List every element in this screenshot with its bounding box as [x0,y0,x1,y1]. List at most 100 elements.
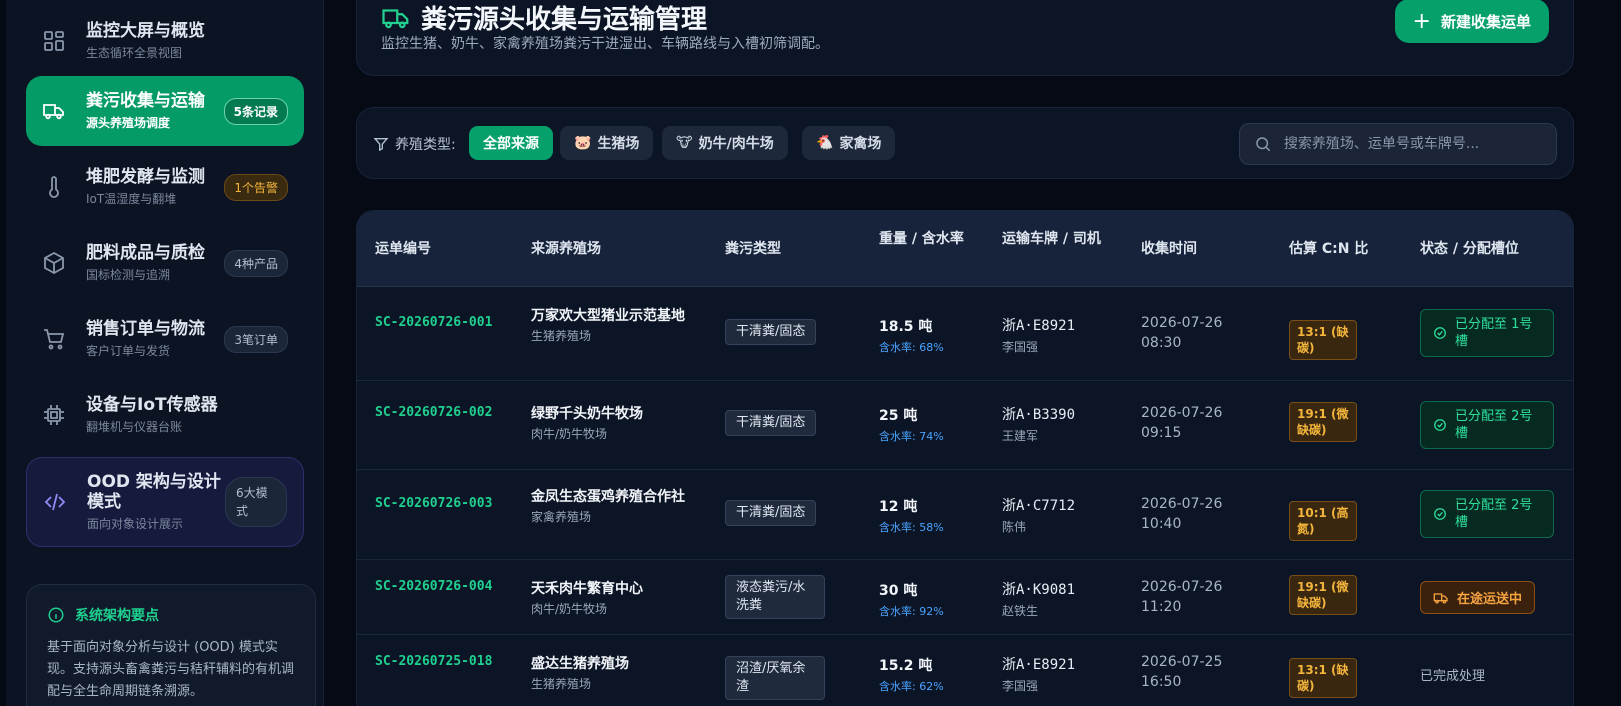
cow-icon: 🐮 [676,135,693,151]
architecture-info-card: 系统架构要点 基于面向对象分析与设计 (OOD) 模式实现。支持源头畜禽粪污与秸… [26,584,316,706]
truck-icon [1433,592,1448,604]
cn-cell: 13:1 (缺碳) [1289,658,1357,698]
collection-time: 2026-07-25 16:50 [1141,654,1223,690]
waste-cell: 沼渣/厌氧余渣 [725,656,825,700]
collection-time: 2026-07-26 09:15 [1141,405,1223,441]
status-cell: 已分配至 2号槽 [1420,401,1554,449]
waste-type-tag: 液态粪污/水洗粪 [725,575,825,619]
farm-type: 家禽养殖场 [531,510,592,524]
farm-type: 生猪养殖场 [531,329,592,343]
sidebar-item-title: 设备与IoT传感器 [86,395,218,415]
table-row[interactable]: SC-20260726-002 绿野千头奶牛牧场 肉牛/奶牛牧场 干清粪/固态 … [357,381,1573,470]
filter-chip-poultry[interactable]: 🐔 家禽场 [802,126,896,160]
waste-cell: 干清粪/固态 [725,410,817,436]
filter-chip-label: 生猪场 [597,136,640,152]
cn-ratio-tag: 10:1 (高氮) [1289,501,1357,541]
collection-time: 2026-07-26 08:30 [1141,315,1223,351]
info-icon [48,607,64,623]
search-input[interactable] [1283,136,1542,152]
order-id[interactable]: SC-20260726-001 [375,313,495,333]
order-id[interactable]: SC-20260726-002 [375,403,495,423]
collection-time: 2026-07-26 10:40 [1141,496,1223,532]
filter-chip-cattle[interactable]: 🐮 奶牛/肉牛场 [662,126,788,160]
filter-chip-pig[interactable]: 🐷 生猪场 [560,126,654,160]
status-badge[interactable]: 在途运送中 [1420,581,1536,614]
column-header-waste: 粪污类型 [725,241,781,257]
farm-cell: 盛达生猪养殖场 生猪养殖场 [531,655,691,692]
cn-cell: 10:1 (高氮) [1289,501,1357,541]
status-text: 已分配至 2号槽 [1455,409,1533,441]
page-subtitle: 监控生猪、奶牛、家禽养殖场粪污干进湿出、车辆路线与入槽初筛调配。 [381,36,829,52]
filter-chip-label: 全部来源 [483,136,539,152]
count-badge: 5条记录 [223,97,288,125]
weight-value: 30 吨 [879,583,918,599]
status-cell: 已分配至 2号槽 [1420,490,1554,538]
column-header-weight: 重量 / 含水率 [879,231,964,247]
pig-icon: 🐷 [574,135,592,151]
driver-name: 王建军 [1002,429,1039,443]
cn-ratio-tag: 19:1 (微缺碳) [1289,402,1357,442]
sidebar-item-collection[interactable]: 粪污收集与运输 源头养殖场调度 5条记录 [26,76,304,146]
check-circle-icon [1434,419,1446,431]
plus-icon: + [1412,8,1431,34]
farm-name: 天禾肉牛繁育中心 [531,581,643,597]
chip-icon [42,403,66,427]
check-circle-icon [1434,508,1446,520]
status-text: 已分配至 2号槽 [1455,498,1533,530]
driver-name: 赵铁生 [1002,604,1039,618]
weight-value: 18.5 吨 [879,319,933,335]
sidebar-item-subtitle: 翻堆机与仪器台账 [86,420,183,434]
alert-badge: 1个告警 [224,173,288,201]
sidebar-item-title: OOD 架构与设计模式 [87,472,221,512]
sidebar-item-dashboard[interactable]: 监控大屏与概览 生态循环全景视图 [26,0,304,83]
farm-cell: 金凤生态蛋鸡养殖合作社 家禽养殖场 [531,488,691,525]
sidebar-item-title: 监控大屏与概览 [86,21,205,41]
status-cell: 已分配至 1号槽 [1420,309,1554,357]
status-badge[interactable]: 已分配至 2号槽 [1420,490,1554,538]
sidebar-item-subtitle: 国标检测与追溯 [86,268,171,282]
weight-value: 12 吨 [879,499,918,515]
filter-chip-all[interactable]: 全部来源 [469,126,553,160]
sidebar-item-ood[interactable]: OOD 架构与设计模式 面向对象设计展示 6大模式 [26,457,304,547]
table-row[interactable]: SC-20260726-004 天禾肉牛繁育中心 肉牛/奶牛牧场 液态粪污/水洗… [357,560,1573,635]
vehicle-cell: 浙A·C7712 陈伟 [1002,495,1075,535]
sidebar-item-subtitle: 源头养殖场调度 [86,116,171,130]
sidebar-item-subtitle: 生态循环全景视图 [86,46,183,60]
license-plate: 浙A·B3390 [1002,407,1076,423]
new-collection-order-button[interactable]: + 新建收集运单 [1394,0,1549,43]
status-text: 已分配至 1号槽 [1455,317,1533,349]
count-badge: 6大模式 [225,477,287,527]
column-header-farm: 来源养殖场 [531,241,601,257]
table-row[interactable]: SC-20260725-018 盛达生猪养殖场 生猪养殖场 沼渣/厌氧余渣 15… [357,635,1573,706]
table-row[interactable]: SC-20260726-001 万家欢大型猪业示范基地 生猪养殖场 干清粪/固态… [357,287,1573,381]
cart-icon [42,327,66,351]
sidebar-item-sales[interactable]: 销售订单与物流 客户订单与发货 3笔订单 [26,304,304,374]
sidebar: 监控大屏与概览 生态循环全景视图 粪污收集与运输 源头养殖场调度 5条记录 堆肥… [6,0,324,706]
sidebar-item-subtitle: IoT温湿度与翻堆 [86,192,177,206]
sidebar-item-devices[interactable]: 设备与IoT传感器 翻堆机与仪器台账 [26,380,304,450]
package-icon [42,251,66,275]
code-icon [43,490,67,514]
cn-cell: 19:1 (微缺碳) [1289,402,1357,442]
table-row[interactable]: SC-20260726-003 金凤生态蛋鸡养殖合作社 家禽养殖场 干清粪/固态… [357,470,1573,560]
thermometer-icon [42,175,66,199]
column-header-cn: 估算 C:N 比 [1289,241,1369,257]
column-header-status: 状态 / 分配槽位 [1420,241,1519,257]
waste-type-tag: 干清粪/固态 [725,319,817,345]
order-id[interactable]: SC-20260725-018 [375,652,495,672]
status-cell: 在途运送中 [1420,581,1536,614]
filter-label: 养殖类型: [373,134,456,154]
order-id[interactable]: SC-20260726-003 [375,494,495,514]
filter-chip-label: 家禽场 [839,136,882,152]
sidebar-item-composting[interactable]: 堆肥发酵与监测 IoT温湿度与翻堆 1个告警 [26,152,304,222]
farm-cell: 天禾肉牛繁育中心 肉牛/奶牛牧场 [531,580,691,617]
status-badge[interactable]: 已分配至 2号槽 [1420,401,1554,449]
status-badge[interactable]: 已分配至 1号槽 [1420,309,1554,357]
sidebar-item-fertilizer[interactable]: 肥料成品与质检 国标检测与追溯 4种产品 [26,228,304,298]
check-circle-icon [1434,327,1446,339]
cn-cell: 19:1 (微缺碳) [1289,575,1357,615]
search-box[interactable] [1239,123,1557,165]
water-content: 含水率: 68% [879,341,944,354]
weight-cell: 25 吨 含水率: 74% [879,405,944,444]
order-id[interactable]: SC-20260726-004 [375,577,495,597]
